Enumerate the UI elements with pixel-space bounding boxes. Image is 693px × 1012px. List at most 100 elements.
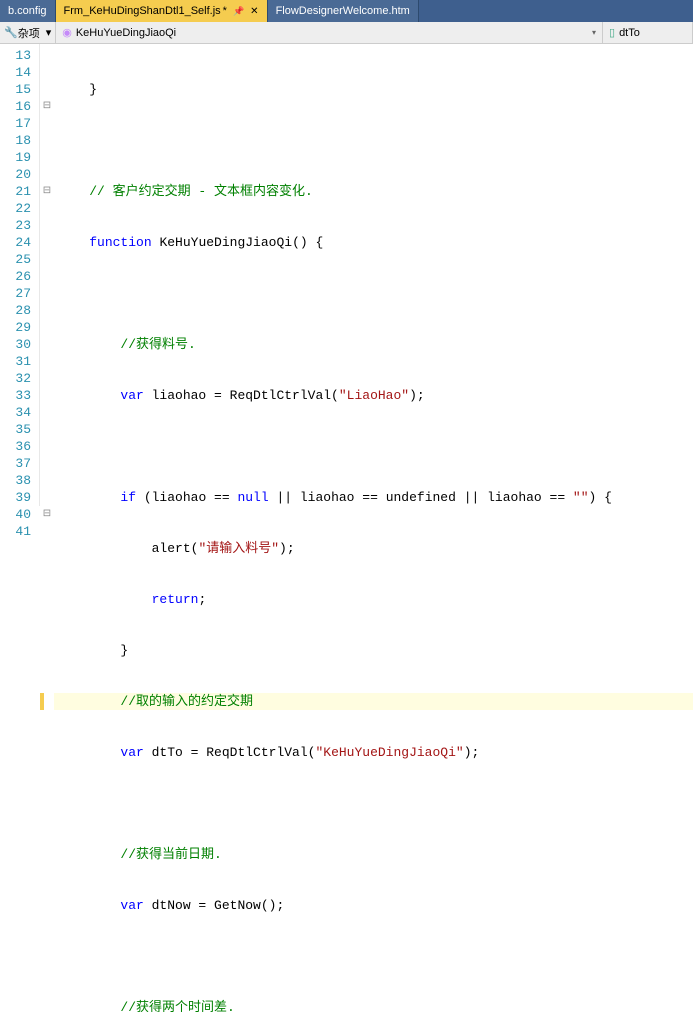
fold [40,319,54,336]
fold [40,472,54,489]
line-number: 38 [0,472,31,489]
line-number: 15 [0,81,31,98]
line-gutter: 13 14 15 16 17 18 19 20 21 22 23 24 25 2… [0,44,40,506]
nav-member[interactable]: ▯ dtTo [603,22,693,43]
fold-toggle[interactable]: ⊟ [40,98,54,115]
line-number: 33 [0,387,31,404]
line-number: 36 [0,438,31,455]
line-number: 39 [0,489,31,506]
code-line: var dtNow = GetNow(); [54,897,693,914]
chevron-down-icon: ▾ [592,28,596,37]
fold [40,64,54,81]
fold [40,370,54,387]
code-line: } [54,642,693,659]
code-line: } [54,81,693,98]
code-line: //获得当前日期. [54,846,693,863]
fold-toggle[interactable]: ⊟ [40,183,54,200]
line-number: 35 [0,421,31,438]
line-number: 17 [0,115,31,132]
code-line: // 客户约定交期 - 文本框内容变化. [54,183,693,200]
line-number: 23 [0,217,31,234]
wrench-icon: 🔧 [4,26,18,39]
nav-function-label: KeHuYueDingJiaoQi [76,27,176,39]
fold [40,387,54,404]
line-number: 14 [0,64,31,81]
code-line [54,948,693,965]
fold [40,81,54,98]
code-line: var dtTo = ReqDtlCtrlVal("KeHuYueDingJia… [54,744,693,761]
fold [40,302,54,319]
code-line [54,438,693,455]
caret-indicator [40,693,44,710]
method-icon: ◉ [62,26,72,39]
fold [40,234,54,251]
chevron-down-icon: ▾ [46,26,52,39]
fold [40,217,54,234]
fold [40,353,54,370]
code-line: //获得料号. [54,336,693,353]
line-number: 24 [0,234,31,251]
fold [40,336,54,353]
field-icon: ▯ [609,26,615,39]
fold [40,489,54,506]
fold [40,523,54,540]
fold [40,285,54,302]
fold [40,251,54,268]
fold [40,47,54,64]
line-number: 26 [0,268,31,285]
code-line: alert("请输入料号"); [54,540,693,557]
line-number: 30 [0,336,31,353]
tab-welcome[interactable]: FlowDesignerWelcome.htm [268,0,419,22]
code-line: var liaohao = ReqDtlCtrlVal("LiaoHao"); [54,387,693,404]
fold [40,404,54,421]
close-icon[interactable]: ✕ [250,6,258,17]
line-number: 32 [0,370,31,387]
line-number: 18 [0,132,31,149]
fold [40,455,54,472]
tab-self-js[interactable]: Frm_KeHuDingShanDtl1_Self.js* 📌 ✕ [56,0,268,22]
code-line: return; [54,591,693,608]
line-number: 37 [0,455,31,472]
fold [40,268,54,285]
code-line [54,285,693,302]
code-line: //获得两个时间差. [54,999,693,1012]
fold-column: ⊟ ⊟ ⊟ [40,44,54,506]
line-number: 41 [0,523,31,540]
code-line: if (liaohao == null || liaohao == undefi… [54,489,693,506]
code-area[interactable]: } // 客户约定交期 - 文本框内容变化. function KeHuYueD… [54,44,693,506]
line-number: 19 [0,149,31,166]
fold [40,438,54,455]
fold [40,200,54,217]
code-line [54,795,693,812]
line-number: 16 [0,98,31,115]
code-line: function KeHuYueDingJiaoQi() { [54,234,693,251]
nav-member-label: dtTo [619,27,640,39]
line-number: 28 [0,302,31,319]
nav-scope-label: 杂项 [18,25,40,41]
tab-label: FlowDesignerWelcome.htm [276,5,410,17]
code-editor: 13 14 15 16 17 18 19 20 21 22 23 24 25 2… [0,44,693,506]
fold [40,132,54,149]
tab-config[interactable]: b.config [0,0,56,22]
fold-toggle[interactable]: ⊟ [40,506,54,523]
line-number: 31 [0,353,31,370]
line-number: 21 [0,183,31,200]
line-number: 20 [0,166,31,183]
line-number: 27 [0,285,31,302]
nav-function[interactable]: ◉ KeHuYueDingJiaoQi ▾ [56,22,603,43]
line-number: 40 [0,506,31,523]
tab-label: b.config [8,5,47,17]
code-line-highlighted: //取的输入的约定交期 [54,693,693,710]
nav-scope[interactable]: 🔧 杂项 ▾ [0,22,56,43]
fold [40,149,54,166]
nav-bar: 🔧 杂项 ▾ ◉ KeHuYueDingJiaoQi ▾ ▯ dtTo [0,22,693,44]
pin-icon[interactable]: 📌 [233,6,244,17]
line-number: 13 [0,47,31,64]
line-number: 29 [0,319,31,336]
unsaved-indicator: * [223,5,227,17]
line-number: 34 [0,404,31,421]
tab-label: Frm_KeHuDingShanDtl1_Self.js [64,5,221,17]
fold [40,166,54,183]
fold [40,421,54,438]
line-number: 25 [0,251,31,268]
